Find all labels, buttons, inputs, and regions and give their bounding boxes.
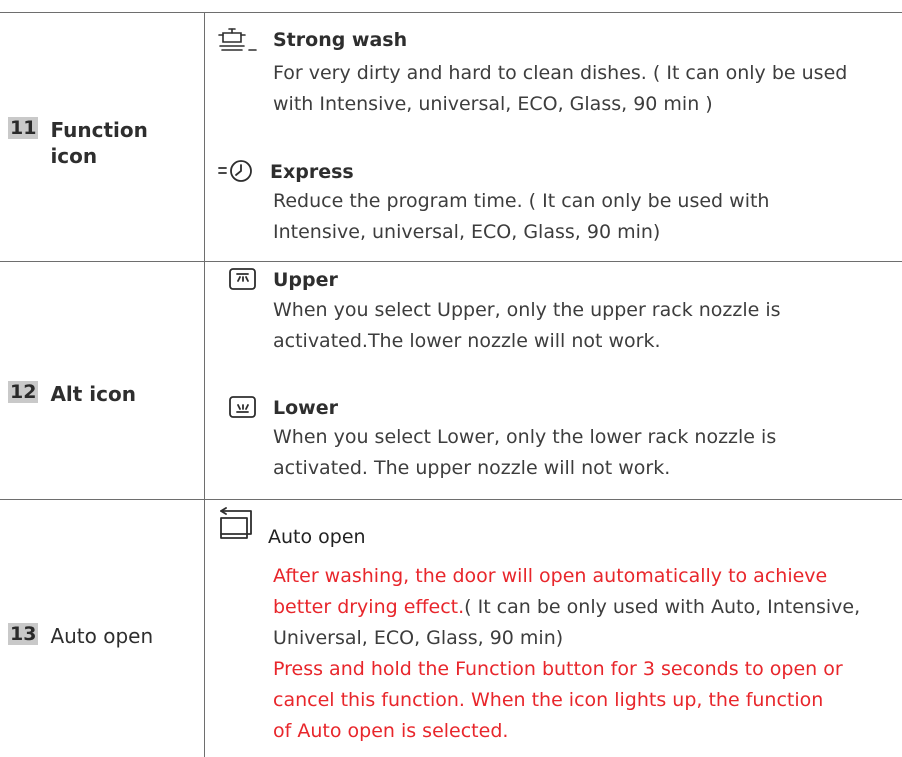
feature-description-strong-wash: For very dirty and hard to clean dishes.… — [273, 58, 888, 120]
description-segment: ( It can be only used with Auto, Intensi… — [464, 596, 861, 618]
description-line: activated.The lower nozzle will not work… — [273, 330, 661, 352]
description-line: better drying effect.( It can be only us… — [273, 592, 888, 623]
description-line: with Intensive, universal, ECO, Glass, 9… — [273, 93, 713, 115]
row-label-11: 11 Function icon — [8, 117, 148, 169]
row-divider-11-12 — [0, 261, 902, 262]
description-line: of Auto open is selected. — [273, 720, 509, 742]
strong-wash-icon — [218, 28, 257, 51]
description-line: activated. The upper nozzle will not wor… — [273, 457, 671, 479]
description-line: When you select Upper, only the upper ra… — [273, 299, 781, 321]
row-label-12: 12 Alt icon — [8, 381, 136, 407]
row-label-text: icon — [50, 144, 98, 168]
upper-rack-icon — [229, 268, 256, 290]
lower-rack-icon — [229, 396, 256, 418]
description-line: When you select Lower, only the lower ra… — [273, 426, 777, 448]
table-top-rule — [0, 12, 902, 13]
feature-title-strong-wash: Strong wash — [273, 29, 408, 51]
feature-title-express: Express — [270, 161, 354, 183]
feature-title-auto-open: Auto open — [268, 526, 366, 548]
row-label-13: 13 Auto open — [8, 623, 153, 649]
description-line: Universal, ECO, Glass, 90 min) — [273, 627, 564, 649]
feature-title-upper: Upper — [273, 269, 338, 291]
description-segment: better drying effect. — [273, 596, 465, 618]
description-line: For very dirty and hard to clean dishes.… — [273, 62, 848, 84]
feature-title-lower: Lower — [273, 397, 338, 419]
description-line: Intensive, universal, ECO, Glass, 90 min… — [273, 221, 661, 243]
row-number: 11 — [8, 117, 39, 139]
feature-description-upper: When you select Upper, only the upper ra… — [273, 295, 888, 357]
column-divider — [204, 12, 205, 757]
row-number: 12 — [8, 381, 39, 403]
feature-description-lower: When you select Lower, only the lower ra… — [273, 422, 888, 484]
feature-description-express: Reduce the program time. ( It can only b… — [273, 186, 888, 248]
description-line: Press and hold the Function button for 3… — [273, 658, 843, 680]
row-divider-12-13 — [0, 499, 902, 500]
feature-description-auto-open: After washing, the door will open automa… — [273, 561, 888, 747]
auto-open-icon — [220, 507, 252, 539]
row-label-text: Function — [50, 118, 148, 142]
express-clock-icon — [218, 160, 252, 182]
row-label-text: Auto open — [50, 624, 154, 648]
row-number: 13 — [8, 623, 39, 645]
description-line: After washing, the door will open automa… — [273, 565, 828, 587]
description-line: cancel this function. When the icon ligh… — [273, 689, 824, 711]
description-line: Reduce the program time. ( It can only b… — [273, 190, 770, 212]
row-label-text: Alt icon — [50, 382, 136, 406]
